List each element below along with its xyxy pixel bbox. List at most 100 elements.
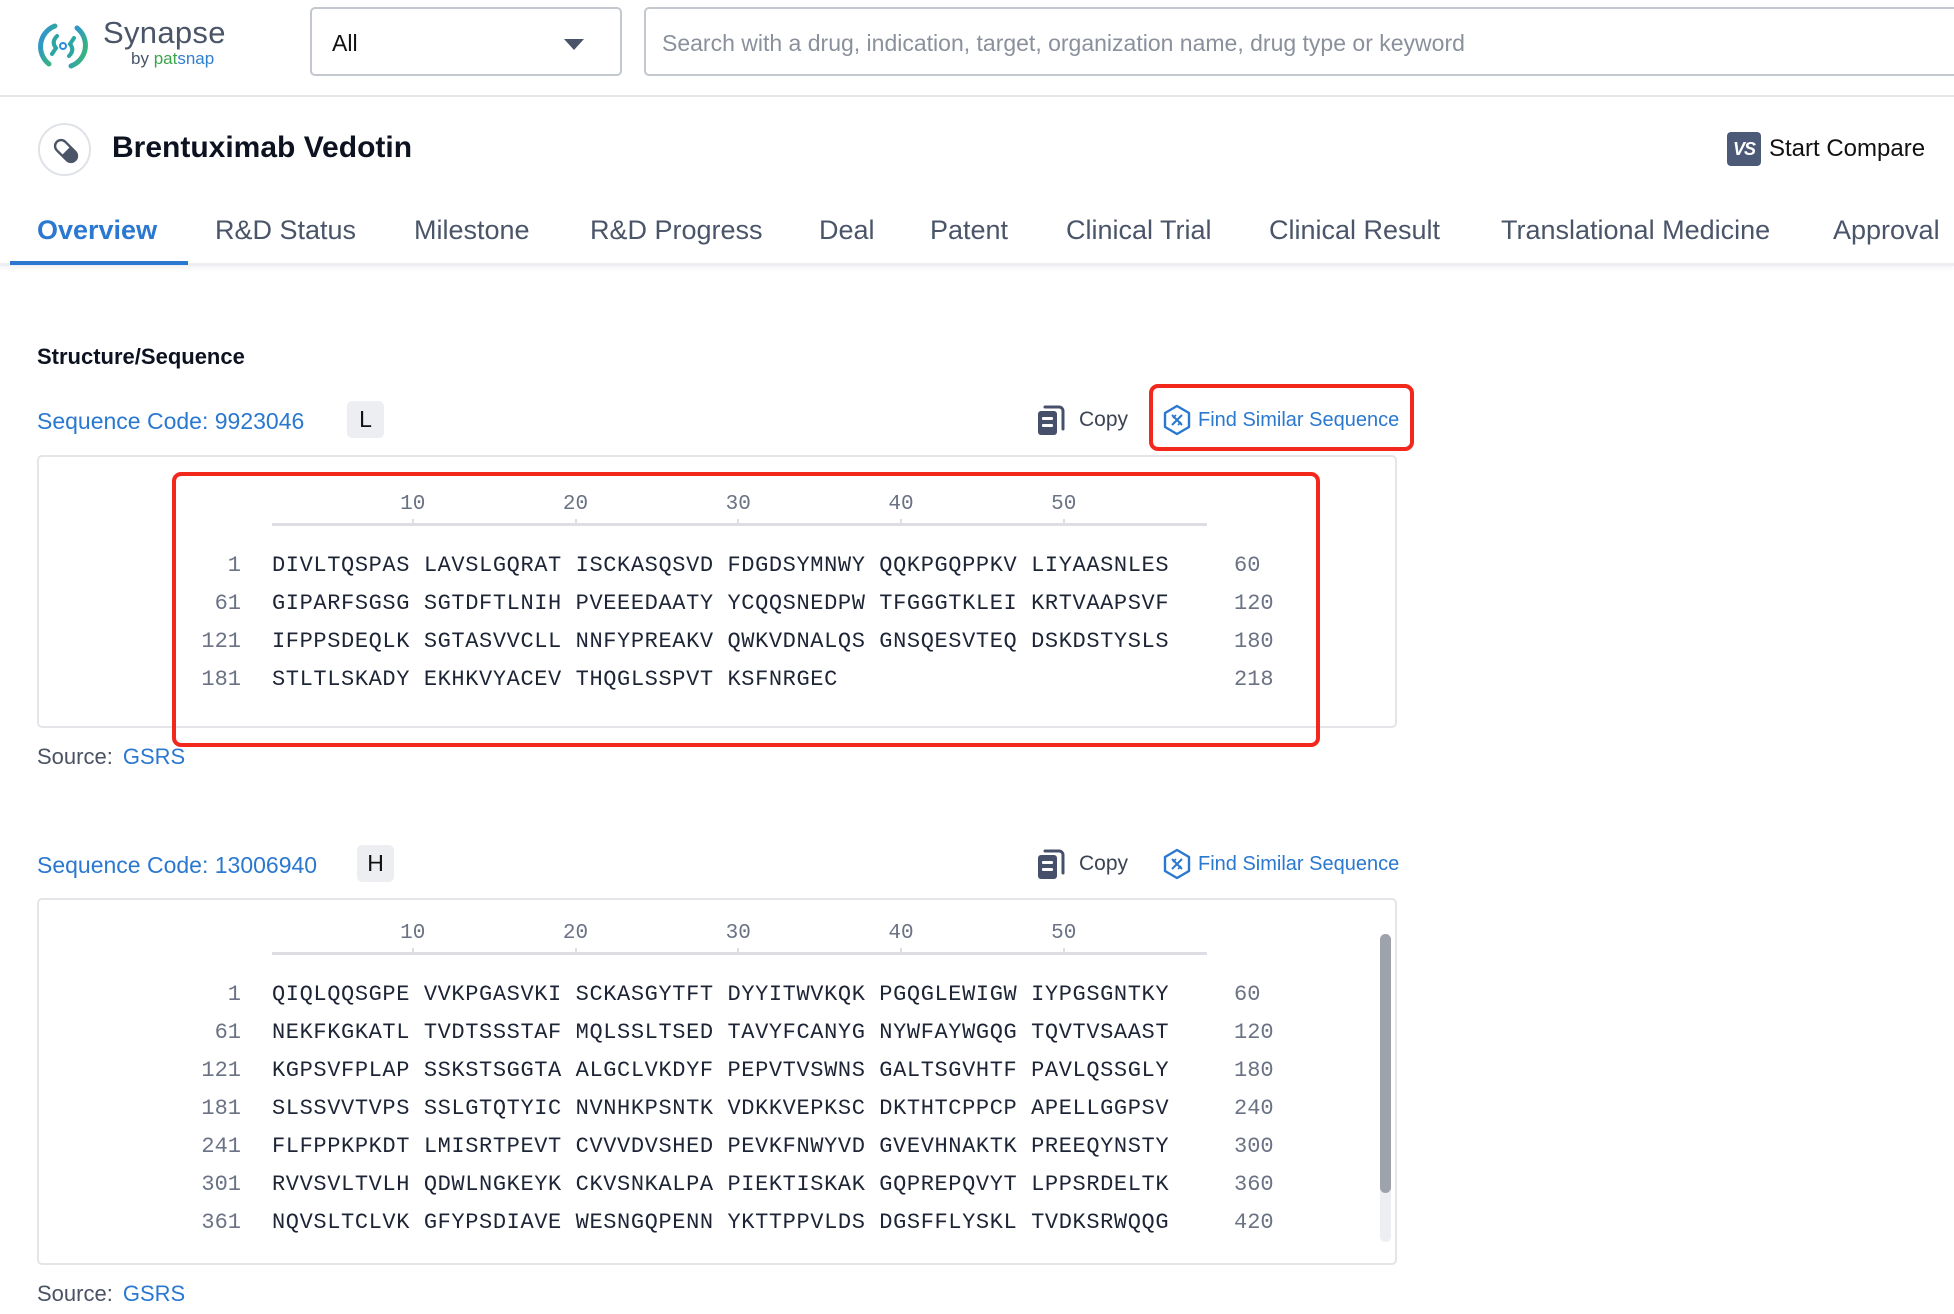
top-header: Synapse by patsnap All [0,0,1954,97]
position-start: 181 [201,1096,241,1121]
ruler-tick-label: 30 [725,493,751,516]
ruler-tick [737,948,740,954]
tab-rd-status[interactable]: R&D Status [215,215,356,246]
caret-down-icon [564,39,584,50]
chain-type-badge: L [347,401,384,438]
ruler-tick [900,519,903,525]
brand-byline: by patsnap [131,49,214,69]
sequence-code-link[interactable]: Sequence Code: 9923046 [37,408,304,435]
start-compare-label: Start Compare [1769,135,1926,162]
sequence-residues: KGPSVFPLAP SSKSTSGGTA ALGCLVKDYF PEPVTVS… [272,1058,1170,1083]
find-similar-label: Find Similar Sequence [1198,408,1400,431]
tab-clinical-trial[interactable]: Clinical Trial [1066,215,1212,246]
dna-hexagon-icon [1163,404,1191,436]
copy-button[interactable]: Copy [1037,845,1128,883]
brand-name: Synapse [103,15,226,50]
byline-by: by [131,49,149,68]
ruler-tick [737,519,740,525]
copy-icon [1038,405,1065,435]
search-box[interactable] [644,7,1954,76]
ruler-tick [1062,519,1065,525]
synapse-logo[interactable]: Synapse by patsnap [35,14,235,72]
scrollbar-thumb[interactable] [1380,934,1391,1193]
position-end: 180 [1234,629,1274,654]
sequence-header: Sequence Code: 9923046 L Copy Find Simil… [37,401,1399,441]
ruler-tick [411,948,414,954]
sequence-viewer-heavy-chain: 10 20 30 40 50 1 QIQLQQSGPE VVKPGASVKI SCKASGY… [37,898,1397,1265]
tab-approval[interactable]: Approval [1833,215,1940,246]
tab-clinical-result[interactable]: Clinical Result [1269,215,1440,246]
ruler-tick-label: 50 [1051,922,1077,945]
copy-button[interactable]: Copy [1037,401,1128,439]
tab-milestone[interactable]: Milestone [414,215,530,246]
search-scope-select[interactable]: All [310,7,622,76]
sequence-content: 10 20 30 40 50 1 QIQLQQSGPE VVKPGASVKI SCKASGY… [39,900,1395,1241]
position-start: 1 [227,982,241,1007]
sequence-residues: IFPPSDEQLK SGTASVVCLL NNFYPREAKV QWKVDNA… [272,629,1170,654]
source-link[interactable]: GSRS [123,744,185,769]
copy-label: Copy [1079,852,1129,875]
find-similar-sequence-button[interactable]: Find Similar Sequence [1162,845,1399,883]
source-link[interactable]: GSRS [123,1281,185,1306]
sequence-code-link[interactable]: Sequence Code: 13006940 [37,852,317,879]
position-start: 61 [214,1020,241,1045]
tab-deal[interactable]: Deal [819,215,875,246]
source-line: Source: GSRS [37,1281,185,1307]
position-start: 121 [201,1058,241,1083]
pill-icon [53,138,79,164]
sequence-residues: FLFPPKPKDT LMISRTPEVT CVVVDVSHED PEVKFNW… [272,1134,1170,1159]
ruler-tick [900,948,903,954]
copy-label: Copy [1079,408,1129,431]
start-compare-button[interactable]: VS Start Compare [1727,131,1925,167]
dna-hexagon-icon [1163,848,1191,880]
ruler-tick-label: 30 [725,922,751,945]
position-start: 361 [201,1210,241,1235]
tab-patent[interactable]: Patent [930,215,1008,246]
sequence-residues: GIPARFSGSG SGTDFTLNIH PVEEEDAATY YCQQSNE… [272,591,1170,616]
position-end: 420 [1234,1210,1274,1235]
tab-translational-medicine[interactable]: Translational Medicine [1501,215,1770,246]
ruler-tick [574,948,577,954]
byline-pat: pat [153,49,178,68]
position-end: 218 [1234,667,1274,692]
find-similar-label: Find Similar Sequence [1198,852,1400,875]
sequence-viewer-light-chain: 10 20 30 40 50 1 DIVLTQSPAS LAVSLGQRAT ISCKASQ… [37,455,1397,728]
sequence-residues: NQVSLTCLVK GFYPSDIAVE WESNGQPENN YKTTPPV… [272,1210,1170,1235]
tab-rd-progress[interactable]: R&D Progress [590,215,763,246]
position-end: 60 [1234,982,1261,1007]
tab-overview[interactable]: Overview [37,215,157,246]
byline-snap: snap [177,49,215,68]
tab-bar: Overview R&D Status Milestone R&D Progre… [0,200,1954,266]
position-end: 180 [1234,1058,1274,1083]
section-title: Structure/Sequence [37,344,245,369]
chain-type-badge: H [357,845,394,882]
sequence-residues: SLSSVVTVPS SSLGTQTYIC NVNHKPSNTK VDKKVEP… [272,1096,1170,1121]
position-end: 360 [1234,1172,1274,1197]
sequence-residues: NEKFKGKATL TVDTSSSTAF MQLSSLTSED TAVYFCA… [272,1020,1170,1045]
ruler-tick-label: 40 [888,493,914,516]
ruler-tick [574,519,577,525]
ruler-tick-label: 20 [562,922,589,945]
position-end: 240 [1234,1096,1274,1121]
ruler-tick-label: 10 [400,493,426,516]
position-start: 181 [201,667,241,692]
position-end: 300 [1234,1134,1274,1159]
sequence-residues: QIQLQQSGPE VVKPGASVKI SCKASGYTFT DYYITWV… [272,982,1170,1007]
page-title: Brentuximab Vedotin [112,131,413,164]
ruler-tick-label: 20 [562,493,589,516]
sequence-residues: RVVSVLTVLH QDWLNGKEYK CKVSNKALPA PIEKTIS… [272,1172,1170,1197]
position-end: 120 [1234,591,1274,616]
search-input[interactable] [662,23,1862,63]
copy-icon [1038,849,1065,879]
active-tab-indicator [10,261,188,265]
ruler-tick [411,519,414,525]
sequence-residues: DIVLTQSPAS LAVSLGQRAT ISCKASQSVD FDGDSYM… [272,553,1170,578]
position-start: 121 [201,629,241,654]
source-line: Source: GSRS [37,744,185,770]
ruler-tick-label: 40 [888,922,914,945]
position-start: 1 [227,553,241,578]
sequence-residues: STLTLSKADY EKHKVYACEV THQGLSSPVT KSFNRGE… [272,667,838,692]
find-similar-sequence-button[interactable]: Find Similar Sequence [1162,401,1399,439]
synapse-logo-icon [38,23,88,69]
vertical-scrollbar[interactable] [1380,934,1391,1242]
